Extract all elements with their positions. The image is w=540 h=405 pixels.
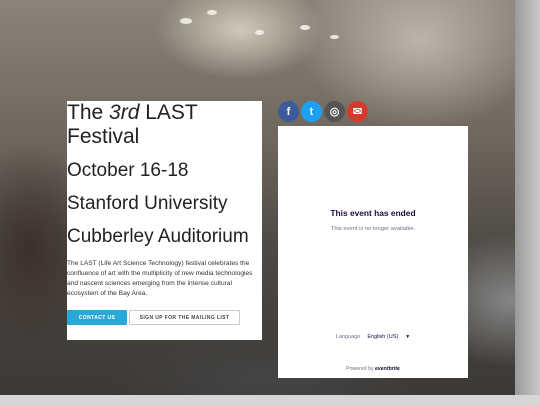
background-floor	[0, 395, 540, 405]
ceiling-light	[207, 10, 217, 15]
event-ended-subtext: This event is no longer available.	[330, 226, 416, 232]
language-selector[interactable]: Language English (US) ▼	[278, 334, 468, 340]
powered-by[interactable]: Powered by eventbrite	[278, 366, 468, 372]
language-label: Language	[335, 334, 361, 340]
mail-icon[interactable]: ✉	[347, 101, 368, 122]
eventbrite-widget: This event has ended This event is no lo…	[278, 126, 468, 378]
mailing-list-button[interactable]: SIGN UP FOR THE MAILING LIST	[129, 310, 240, 325]
facebook-icon[interactable]: f	[278, 101, 299, 122]
ceiling-light	[330, 35, 339, 39]
language-value[interactable]: English (US)	[367, 334, 398, 340]
social-links: f t ◎ ✉	[278, 101, 368, 122]
festival-info-card: The 3rd LAST Festival October 16-18 Stanf…	[67, 101, 262, 340]
eventbrite-logo: eventbrite	[375, 366, 400, 372]
ceiling-light	[300, 25, 310, 30]
ceiling-light	[255, 30, 264, 35]
contact-us-button[interactable]: CONTACT US	[67, 310, 127, 325]
event-ended-heading: This event has ended	[330, 208, 416, 218]
ceiling-light	[180, 18, 192, 24]
venue-auditorium: Cubberley Auditorium	[67, 226, 249, 247]
twitter-icon[interactable]: t	[301, 101, 322, 122]
festival-description: The LAST (Life Art Science Technology) f…	[67, 260, 253, 297]
title-ordinal: 3rd	[109, 101, 140, 124]
venue-university: Stanford University	[67, 193, 228, 214]
background-wall	[515, 0, 540, 405]
festival-dates: October 16-18	[67, 160, 189, 181]
chevron-down-icon[interactable]: ▼	[405, 334, 410, 340]
festival-title: The 3rd LAST Festival	[67, 101, 198, 148]
instagram-icon[interactable]: ◎	[324, 101, 345, 122]
